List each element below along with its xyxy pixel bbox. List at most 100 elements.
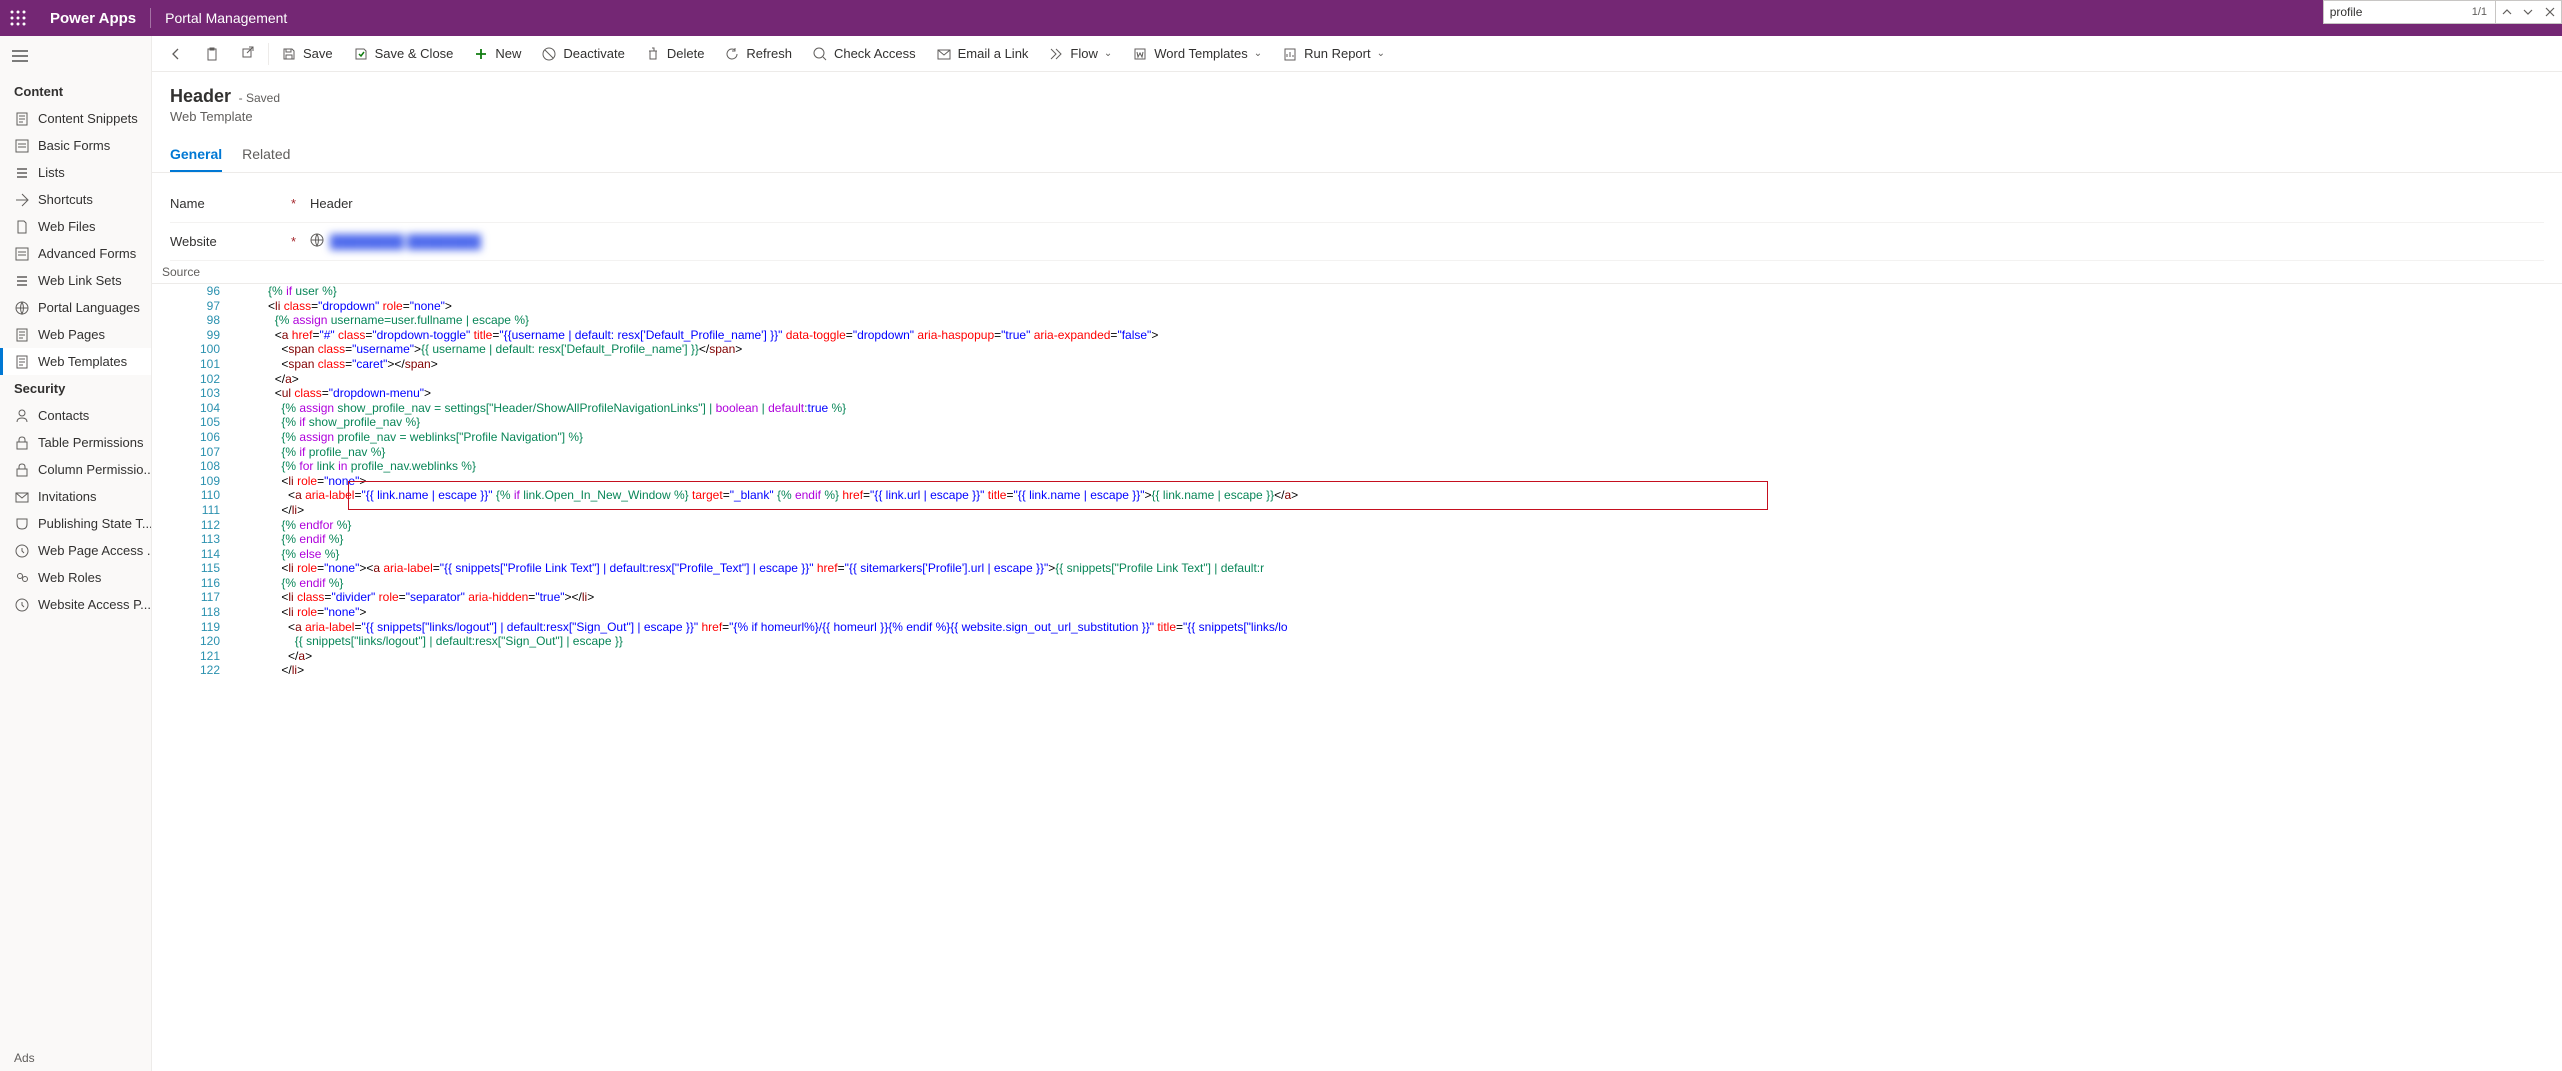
chevron-down-icon: ⌄ xyxy=(1254,48,1262,59)
form-tabs: General Related xyxy=(152,138,2562,173)
nav-item-label: Basic Forms xyxy=(38,138,110,153)
perm-icon xyxy=(14,462,30,478)
task-button[interactable] xyxy=(194,36,230,72)
sidebar-item-table-permissions[interactable]: Table Permissions xyxy=(0,429,151,456)
tab-general[interactable]: General xyxy=(170,138,222,172)
globe-icon xyxy=(310,233,324,250)
sidebar-item-advanced-forms[interactable]: Advanced Forms xyxy=(0,240,151,267)
nav-section-header: Content xyxy=(0,78,151,105)
find-prev-button[interactable] xyxy=(2495,1,2517,23)
find-next-button[interactable] xyxy=(2517,1,2539,23)
sidebar-item-shortcuts[interactable]: Shortcuts xyxy=(0,186,151,213)
sidebar-item-basic-forms[interactable]: Basic Forms xyxy=(0,132,151,159)
list-icon xyxy=(14,273,30,289)
command-separator xyxy=(268,43,269,65)
checkaccess-button[interactable]: Check Access xyxy=(802,36,926,72)
saveclose-button[interactable]: Save & Close xyxy=(343,36,464,72)
page-icon xyxy=(14,354,30,370)
nav-item-label: Invitations xyxy=(38,489,97,504)
app-area[interactable]: Portal Management xyxy=(151,10,301,26)
back-icon xyxy=(168,46,184,62)
nav-item-label: Portal Languages xyxy=(38,300,140,315)
delete-button[interactable]: Delete xyxy=(635,36,715,72)
code-editor[interactable]: 9697989910010110210310410510610710810911… xyxy=(152,284,2562,1071)
form-fields: Name* Header Website* ████████ ████████ xyxy=(152,173,2562,261)
command-label: Email a Link xyxy=(958,46,1029,61)
back-button[interactable] xyxy=(158,36,194,72)
command-label: New xyxy=(495,46,521,61)
code-content[interactable]: {% if user %} <li class="dropdown" role=… xyxy=(228,284,1298,1071)
refresh-icon xyxy=(724,46,740,62)
report-button[interactable]: Run Report⌄ xyxy=(1272,36,1395,72)
sidebar-item-web-pages[interactable]: Web Pages xyxy=(0,321,151,348)
page-icon xyxy=(14,111,30,127)
flow-icon xyxy=(1048,46,1064,62)
app-launcher-button[interactable] xyxy=(0,0,36,36)
sidebar-item-web-roles[interactable]: Web Roles xyxy=(0,564,151,591)
website-field[interactable]: ████████ ████████ xyxy=(310,233,481,250)
file-icon xyxy=(14,219,30,235)
open-button[interactable] xyxy=(230,36,266,72)
nav-item-label: Website Access P... xyxy=(38,597,151,612)
app-brand[interactable]: Power Apps xyxy=(36,10,150,27)
nav-item-label: Web Roles xyxy=(38,570,101,585)
nav-section-header: Security xyxy=(0,375,151,402)
sidebar-item-lists[interactable]: Lists xyxy=(0,159,151,186)
sidebar-item-web-files[interactable]: Web Files xyxy=(0,213,151,240)
sidebar-item-web-link-sets[interactable]: Web Link Sets xyxy=(0,267,151,294)
mail-icon xyxy=(936,46,952,62)
sidebar-item-web-page-access-[interactable]: Web Page Access ... xyxy=(0,537,151,564)
nav-item-label: Publishing State T... xyxy=(38,516,151,531)
command-label: Deactivate xyxy=(563,46,624,61)
line-gutter: 9697989910010110210310410510610710810911… xyxy=(152,284,228,1071)
nav-item-label: Lists xyxy=(38,165,65,180)
clipboard-icon xyxy=(204,46,220,62)
content-area: Save Save & Close New Deactivate Delete Refre… xyxy=(152,36,2562,1071)
nav-item-label: Web Page Access ... xyxy=(38,543,151,558)
command-label: Check Access xyxy=(834,46,916,61)
saveclose-icon xyxy=(353,46,369,62)
record-status: - Saved xyxy=(239,91,280,105)
access-icon xyxy=(14,597,30,613)
command-label: Word Templates xyxy=(1154,46,1247,61)
sidebar-item-website-access-p-[interactable]: Website Access P... xyxy=(0,591,151,618)
name-label: Name xyxy=(170,196,205,211)
new-button[interactable]: New xyxy=(463,36,531,72)
deactivate-button[interactable]: Deactivate xyxy=(531,36,634,72)
word-icon xyxy=(1132,46,1148,62)
command-label: Delete xyxy=(667,46,705,61)
sidebar-item-web-templates[interactable]: Web Templates xyxy=(0,348,151,375)
access-icon xyxy=(14,543,30,559)
sidebar-item-invitations[interactable]: Invitations xyxy=(0,483,151,510)
sidebar-toggle-button[interactable] xyxy=(0,40,151,72)
sidebar-item-content-snippets[interactable]: Content Snippets xyxy=(0,105,151,132)
nav-item-label: Web Link Sets xyxy=(38,273,122,288)
sidebar-item-portal-languages[interactable]: Portal Languages xyxy=(0,294,151,321)
website-value: ████████ ████████ xyxy=(330,234,481,249)
record-entity: Web Template xyxy=(170,109,2544,124)
flow-button[interactable]: Flow⌄ xyxy=(1038,36,1122,72)
command-bar: Save Save & Close New Deactivate Delete Refre… xyxy=(152,36,2562,72)
sidebar-item-column-permissio-[interactable]: Column Permissio... xyxy=(0,456,151,483)
command-label: Refresh xyxy=(746,46,792,61)
nav-item-label: Column Permissio... xyxy=(38,462,151,477)
save-button[interactable]: Save xyxy=(271,36,343,72)
command-label: Save xyxy=(303,46,333,61)
command-label: Save & Close xyxy=(375,46,454,61)
nav-item-label: Content Snippets xyxy=(38,111,138,126)
refresh-button[interactable]: Refresh xyxy=(714,36,802,72)
word-button[interactable]: Word Templates ⌄ xyxy=(1122,36,1272,72)
record-title: Header xyxy=(170,86,231,106)
find-count: 1/1 xyxy=(2464,6,2495,18)
nav-item-label: Shortcuts xyxy=(38,192,93,207)
find-input[interactable] xyxy=(2324,5,2464,19)
find-close-button[interactable] xyxy=(2539,1,2561,23)
email-button[interactable]: Email a Link xyxy=(926,36,1039,72)
sidebar-item-publishing-state-t-[interactable]: Publishing State T... xyxy=(0,510,151,537)
name-field[interactable]: Header xyxy=(310,196,353,211)
tab-related[interactable]: Related xyxy=(242,138,290,172)
sidebar-item-contacts[interactable]: Contacts xyxy=(0,402,151,429)
required-indicator: * xyxy=(291,196,296,211)
sidebar-footer: Ads xyxy=(0,1045,151,1071)
nav-item-label: Advanced Forms xyxy=(38,246,136,261)
